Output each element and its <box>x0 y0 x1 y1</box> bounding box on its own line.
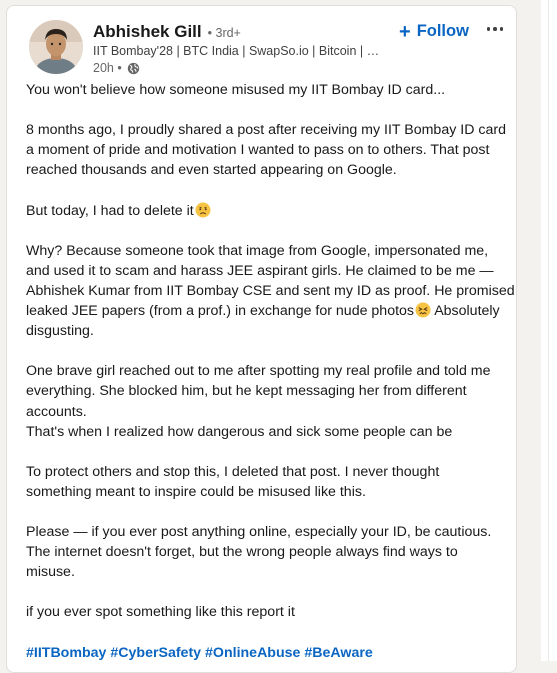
globe-icon <box>127 62 139 74</box>
post-text: You won't believe how someone misused my… <box>26 80 515 663</box>
hashtag-row: #IITBombay #CyberSafety #OnlineAbuse #Be… <box>26 643 508 663</box>
post-line: reached thousands and even started appea… <box>26 162 397 179</box>
post-line: accounts. <box>26 403 87 420</box>
post-line: Why? Because someone took that image fro… <box>26 242 489 259</box>
post-timestamp: 20h • <box>93 61 122 75</box>
post-line-text: leaked JEE papers (from a prof.) in exch… <box>26 303 415 320</box>
ellipsis-icon <box>493 27 497 31</box>
hashtag-link[interactable]: #OnlineAbuse <box>205 645 300 661</box>
post-line: That's when I realized how dangerous and… <box>26 423 453 440</box>
post-line: The internet doesn't forget, but the wro… <box>26 544 458 561</box>
post-line: But today, I had to delete it <box>26 201 508 221</box>
post-line: and used it to scam and harass JEE aspir… <box>26 262 494 279</box>
post-line: disgusting. <box>26 323 94 340</box>
post-line: everything. She blocked him, but he kept… <box>26 383 467 400</box>
author-headline: IIT Bombay'28 | BTC India | SwapSo.io | … <box>93 44 383 58</box>
disappointed-face-icon <box>195 202 211 218</box>
follow-label: Follow <box>416 22 469 40</box>
more-options-button[interactable] <box>483 18 507 40</box>
author-name[interactable]: Abhishek Gill <box>93 22 202 42</box>
follow-button[interactable]: + Follow <box>399 20 469 43</box>
avatar[interactable] <box>29 20 83 74</box>
post-line: Abhishek Kumar from IIT Bombay CSE and s… <box>26 282 515 299</box>
post-line: One brave girl reached out to me after s… <box>26 363 491 380</box>
hashtag-link[interactable]: #CyberSafety <box>110 645 201 661</box>
confounded-face-icon <box>415 302 431 318</box>
author-name-row: Abhishek Gill • 3rd+ <box>93 22 241 42</box>
post-line: something meant to inspire could be misu… <box>26 483 366 500</box>
post-line: misuse. <box>26 564 75 581</box>
connection-degree: • 3rd+ <box>207 26 241 40</box>
post-line-text: Absolutely <box>431 303 500 320</box>
hashtag-link[interactable]: #BeAware <box>304 645 372 661</box>
post-line: leaked JEE papers (from a prof.) in exch… <box>26 301 508 321</box>
post-line: You won't believe how someone misused my… <box>26 82 446 98</box>
ellipsis-icon <box>499 27 504 31</box>
post-line: 8 months ago, I proudly shared a post af… <box>26 122 506 139</box>
post-line: Please — if you ever post anything onlin… <box>26 524 492 541</box>
hashtag-link[interactable]: #IITBombay <box>26 645 106 661</box>
plus-icon: + <box>399 20 411 43</box>
post-line: a moment of pride and motivation I wante… <box>26 142 490 159</box>
post-meta: 20h • <box>93 61 140 75</box>
post-line: if you ever spot something like this rep… <box>26 604 295 621</box>
scrollbar[interactable] <box>541 0 557 661</box>
post-line-text: But today, I had to delete it <box>26 202 194 219</box>
ellipsis-icon <box>486 27 491 31</box>
post-line: To protect others and stop this, I delet… <box>26 463 440 480</box>
